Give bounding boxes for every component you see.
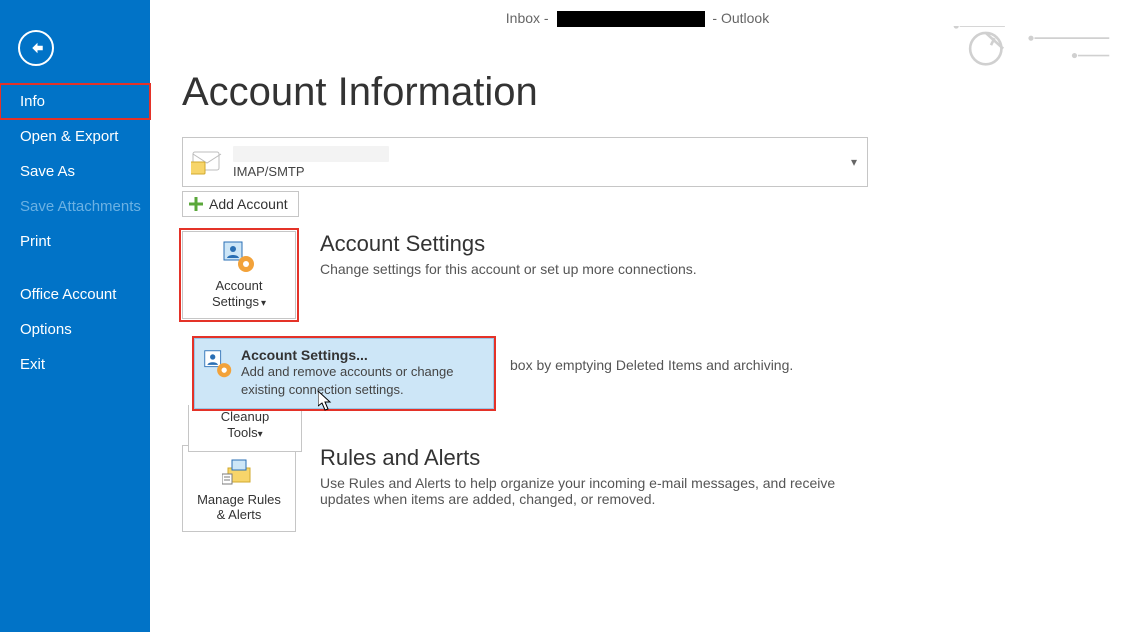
account-settings-heading: Account Settings [320,231,697,257]
sidebar-item-exit[interactable]: Exit [0,347,150,382]
add-account-label: Add Account [209,196,288,212]
mail-icon [187,142,227,182]
rules-heading: Rules and Alerts [320,445,880,471]
account-dropdown[interactable]: IMAP/SMTP ▾ [182,137,868,187]
manage-rules-tile[interactable]: Manage Rules & Alerts [182,445,296,532]
cleanup-desc-fragment: box by emptying Deleted Items and archiv… [510,357,793,373]
account-address-redacted [233,146,389,162]
redacted-email [557,11,705,27]
page-title: Account Information [182,70,1105,115]
sidebar-item-save-as[interactable]: Save As [0,154,150,189]
account-settings-tile[interactable]: Account Settings▾ [182,231,296,319]
backstage-sidebar: Info Open & Export Save As Save Attachme… [0,0,150,632]
account-type: IMAP/SMTP [233,164,851,179]
account-gear-icon [222,240,256,274]
chevron-down-icon: ▾ [851,155,857,169]
account-settings-menu-item[interactable]: Account Settings... Add and remove accou… [194,338,494,409]
account-settings-desc: Change settings for this account or set … [320,261,697,277]
arrow-left-icon [27,39,45,57]
sidebar-item-save-attachments: Save Attachments [0,189,150,224]
sidebar-item-office-account[interactable]: Office Account [0,277,150,312]
plus-icon [189,197,203,211]
sidebar-item-print[interactable]: Print [0,224,150,259]
flyout-desc: Add and remove accounts or change existi… [241,363,483,398]
titlebar-suffix: - Outlook [712,10,769,26]
sidebar-item-options[interactable]: Options [0,312,150,347]
rules-desc: Use Rules and Alerts to help organize yo… [320,475,880,507]
titlebar-prefix: Inbox - [506,10,553,26]
account-gear-icon [203,349,233,379]
cleanup-tile-fragment[interactable]: Cleanup Tools▾ [188,405,302,452]
add-account-button[interactable]: Add Account [182,191,299,217]
rules-icon [222,454,256,488]
back-button[interactable] [18,30,54,66]
sidebar-item-open-export[interactable]: Open & Export [0,119,150,154]
window-controls-decor [941,26,1121,66]
flyout-title: Account Settings... [241,347,483,363]
sidebar-item-info[interactable]: Info [0,84,150,119]
